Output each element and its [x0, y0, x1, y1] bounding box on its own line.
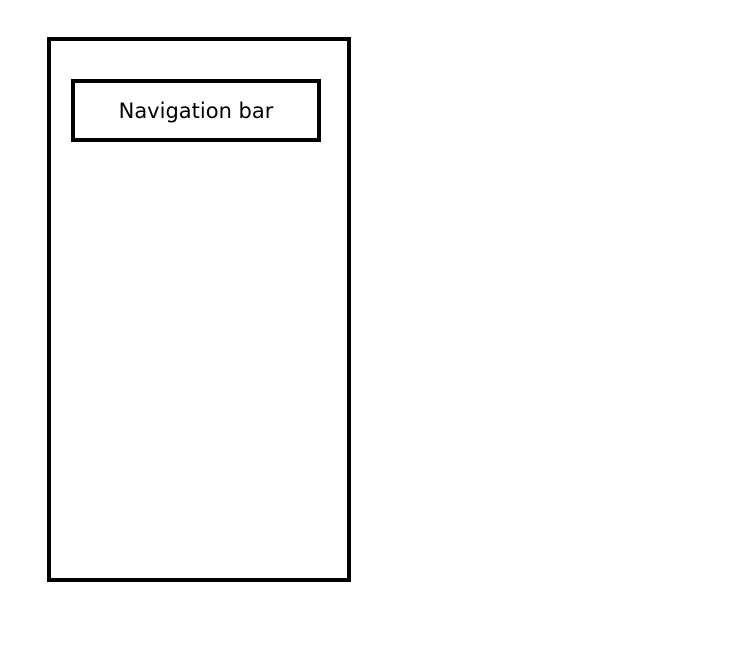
navigation-bar-label: Navigation bar	[118, 98, 274, 123]
navigation-bar-box: Navigation bar	[71, 79, 321, 142]
phone-frame: Navigation bar	[47, 37, 351, 582]
